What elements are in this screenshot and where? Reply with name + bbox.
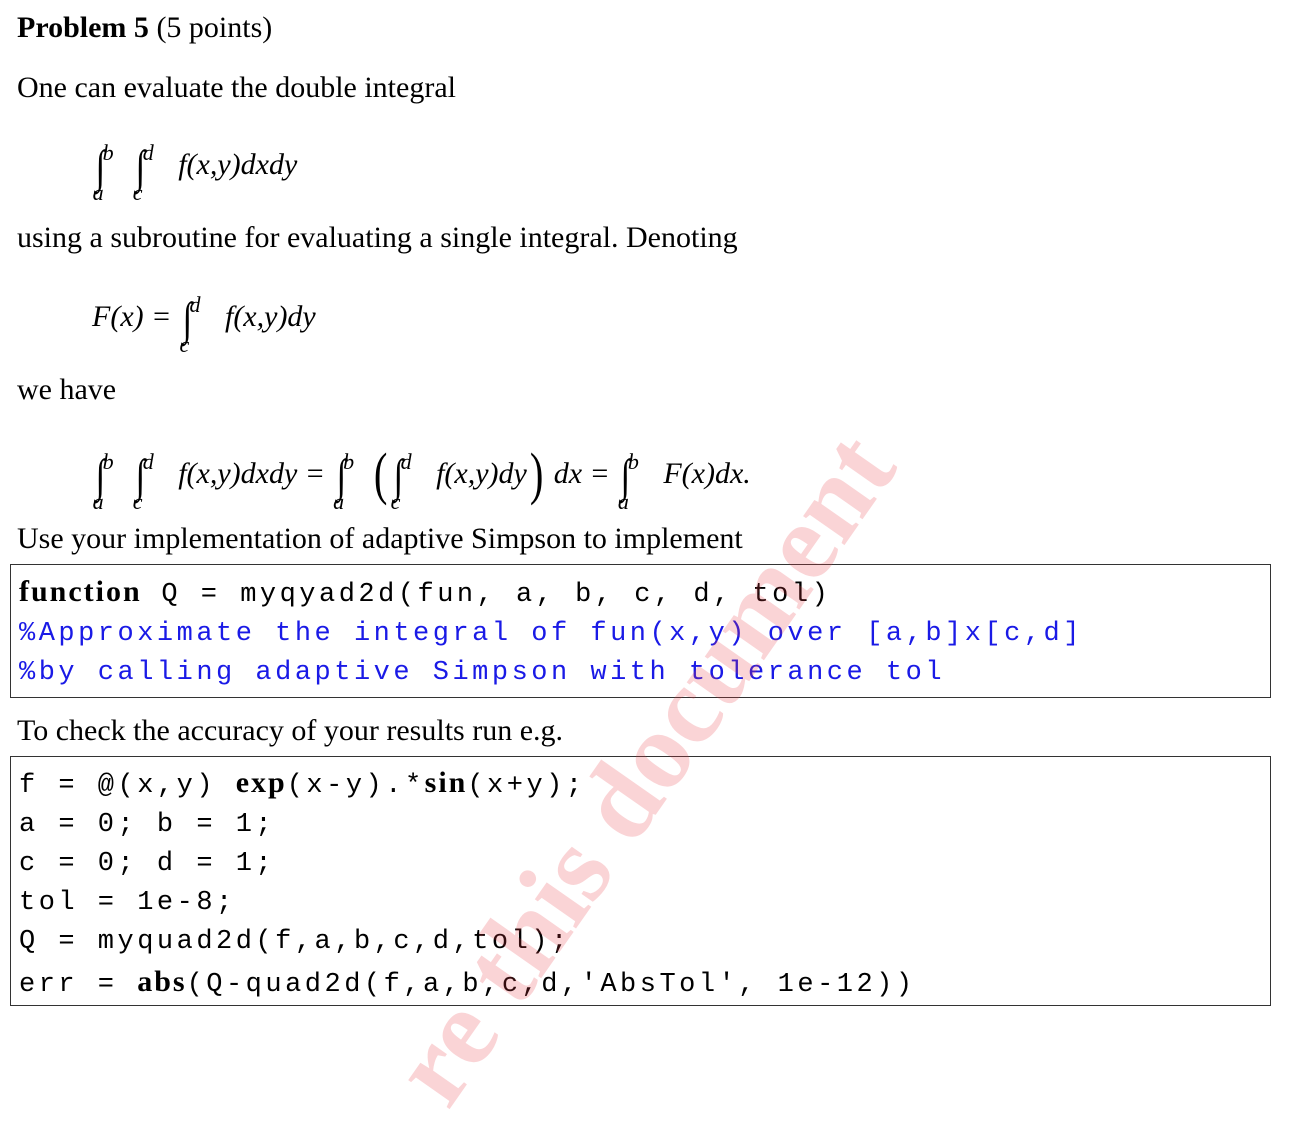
- code-text: (x-y).*: [286, 771, 425, 801]
- integrand: f(x,y)dxdy =: [178, 457, 326, 490]
- paragraph-intro: One can evaluate the double integral: [17, 71, 456, 104]
- code-line: Q = myquad2d(f,a,b,c,d,tol);: [19, 927, 571, 957]
- lower-limit: a: [92, 489, 104, 514]
- upper-limit: d: [142, 449, 154, 474]
- upper-limit: b: [343, 449, 355, 474]
- lower-limit: a: [92, 180, 104, 205]
- upper-limit: b: [627, 449, 639, 474]
- code-block-test-script: f = @(x,y) exp(x-y).*sin(x+y); a = 0; b …: [10, 756, 1271, 1006]
- lhs: F(x) =: [92, 300, 172, 333]
- code-keyword: sin: [424, 766, 468, 799]
- integrand: f(x,y)dxdy: [178, 148, 298, 181]
- lower-limit: a: [617, 489, 629, 514]
- code-line: tol = 1e-8;: [19, 888, 236, 918]
- problem-number: Problem 5: [17, 11, 149, 44]
- code-line: c = 0; d = 1;: [19, 849, 276, 879]
- right-paren: ): [529, 441, 544, 506]
- equation-identity: ∫ b a ∫ d c f(x,y)dxdy = ∫ b a (∫ d c f(x,y)dy) …: [92, 440, 751, 514]
- code-text: f = @(x,y): [19, 771, 236, 801]
- paragraph-implement: Use your implementation of adaptive Simp…: [17, 522, 743, 555]
- code-line: function Q = myqyad2d(fun, a, b, c, d, t…: [11, 572, 1270, 615]
- code-comment: %Approximate the integral of fun(x,y) ov…: [19, 619, 1083, 649]
- upper-limit: b: [102, 449, 114, 474]
- problem-heading: Problem 5 (5 points): [17, 10, 272, 46]
- lower-limit: c: [179, 332, 190, 357]
- upper-limit: b: [102, 140, 114, 165]
- paragraph-check-accuracy: To check the accuracy of your results ru…: [17, 714, 564, 747]
- code-line: err = abs(Q-quad2d(f,a,b,c,d,'AbsTol', 1…: [11, 962, 1270, 1005]
- code-keyword: function: [19, 575, 142, 608]
- paragraph-we-have: we have: [17, 373, 117, 406]
- lower-limit: c: [132, 489, 143, 514]
- problem-points: (5 points): [148, 11, 273, 44]
- dx-equals: dx =: [553, 457, 610, 490]
- integrand: f(x,y)dy: [224, 300, 316, 333]
- lower-limit: c: [390, 489, 401, 514]
- code-text: (Q-quad2d(f,a,b,c,d,'AbsTol', 1e-12)): [186, 970, 916, 1000]
- code-text: err =: [19, 970, 138, 1000]
- code-comment: %by calling adaptive Simpson with tolera…: [19, 658, 946, 688]
- code-line: a = 0; b = 1;: [19, 810, 276, 840]
- lower-limit: c: [132, 180, 143, 205]
- equation-double-integral: ∫ b a ∫ d c f(x,y)dxdy: [92, 140, 298, 205]
- integrand: f(x,y)dy: [436, 457, 527, 490]
- integrand: F(x)dx.: [663, 457, 751, 490]
- code-keyword: abs: [137, 965, 187, 998]
- code-line: f = @(x,y) exp(x-y).*sin(x+y);: [11, 763, 1270, 806]
- code-keyword: exp: [235, 766, 287, 799]
- lower-limit: a: [333, 489, 345, 514]
- code-block-function-signature: function Q = myqyad2d(fun, a, b, c, d, t…: [10, 564, 1271, 698]
- upper-limit: d: [142, 140, 154, 165]
- code-text: (x+y);: [467, 771, 586, 801]
- left-paren: (: [373, 441, 388, 506]
- upper-limit: d: [400, 449, 412, 474]
- equation-F-definition: F(x) = ∫ d c f(x,y)dy: [92, 292, 316, 357]
- upper-limit: d: [189, 292, 201, 317]
- paragraph-subroutine: using a subroutine for evaluating a sing…: [17, 221, 738, 254]
- code-text: Q = myqyad2d(fun, a, b, c, d, tol): [141, 580, 832, 610]
